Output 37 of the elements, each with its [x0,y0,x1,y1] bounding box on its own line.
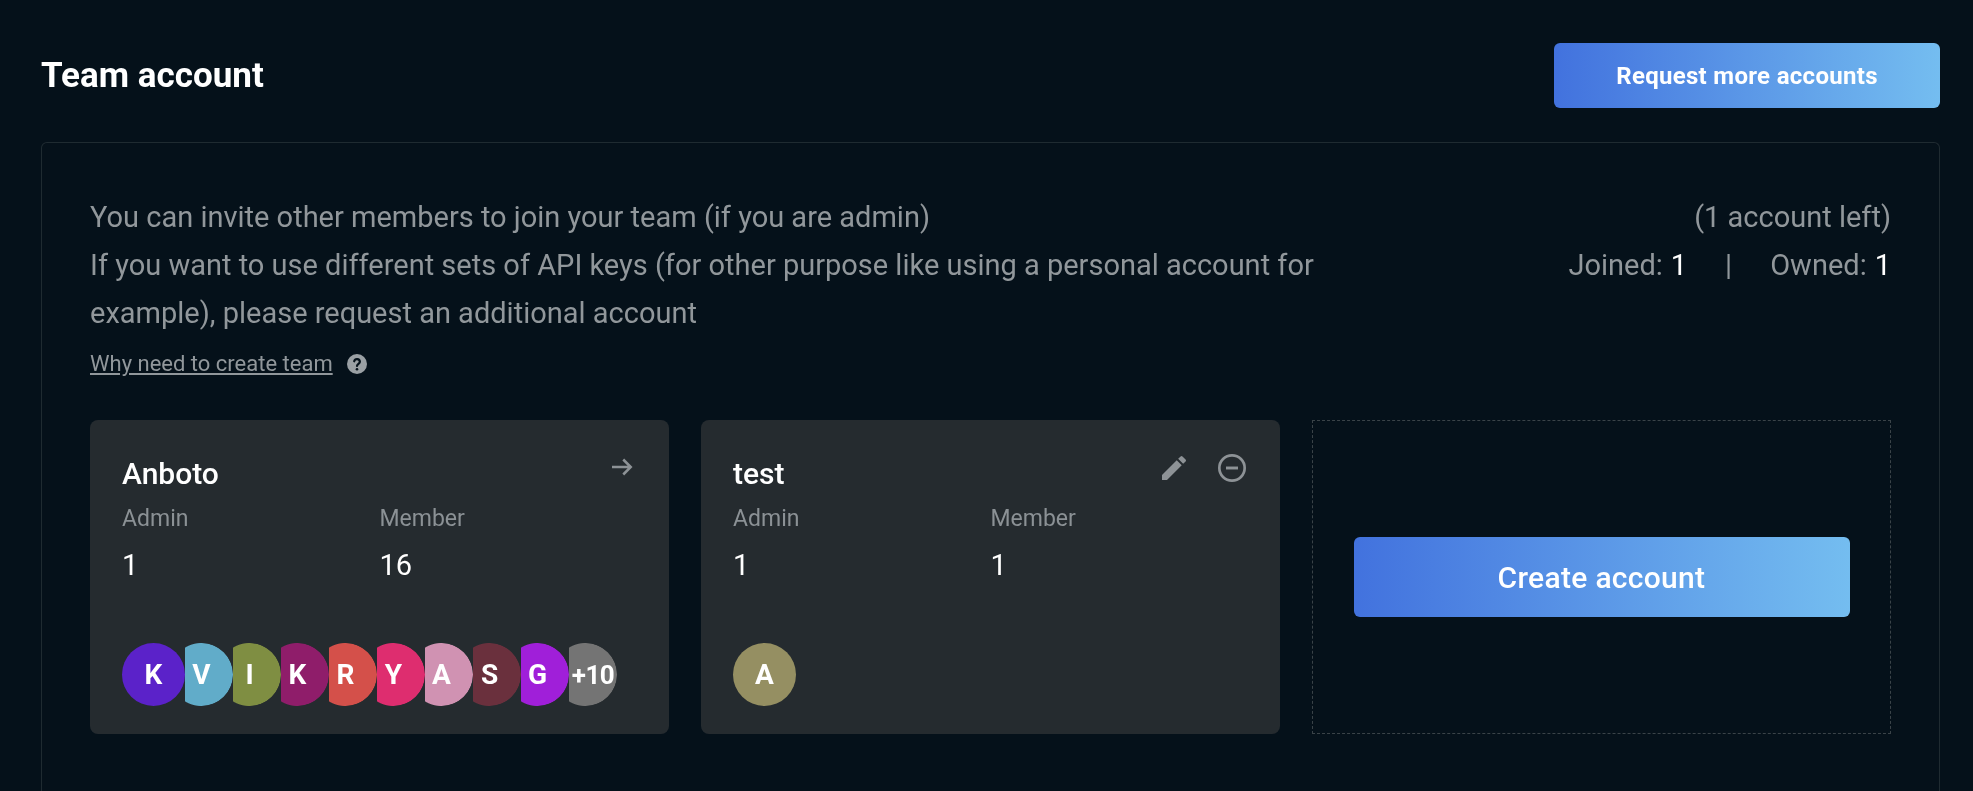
member-avatar[interactable]: S [473,643,521,706]
team-card[interactable]: Anboto Admin Member 1 16 K V I K R Y A S G +10 [90,420,669,734]
stat-value: 1 [1874,247,1891,284]
team-name: test [733,456,785,491]
admin-label: Admin [122,505,190,532]
stat-label: Owned: [1770,247,1867,284]
member-avatar[interactable]: Y [377,643,425,706]
member-count: 16 [379,548,414,582]
remove-icon[interactable] [1216,452,1248,484]
admin-count: 1 [122,548,140,582]
more-members-badge[interactable]: +10 [569,643,617,706]
member-label: Member [379,505,466,532]
team-card[interactable]: test Admin Member 1 1 A [701,420,1280,734]
member-count: 1 [990,548,1008,582]
accounts-left-text: (1 account left) [1694,199,1891,236]
member-avatar[interactable]: K [122,643,185,706]
description-text: You can invite other members to join your team (if you are admin) [90,199,931,236]
team-name: Anboto [122,456,219,491]
description-text: If you want to use different sets of API keys (for other purpose like using a personal account for example), please request an additional account [90,247,1315,332]
member-avatar[interactable]: V [185,643,233,706]
admin-label: Admin [733,505,801,532]
help-link[interactable]: Why need to create team [90,351,333,376]
separator: | [1725,247,1733,284]
help-icon[interactable] [344,351,369,376]
create-account-button[interactable]: Create account [1353,537,1850,617]
member-avatar[interactable]: K [281,643,329,706]
stat-value: 1 [1670,247,1688,284]
member-avatar[interactable]: I [233,643,281,706]
member-avatar[interactable]: G [521,643,569,706]
page-title: Team account [41,55,264,96]
member-avatar[interactable]: R [329,643,377,706]
request-accounts-button[interactable]: Request more accounts [1554,43,1940,108]
member-avatar[interactable]: A [733,643,796,706]
member-label: Member [990,505,1077,532]
admin-count: 1 [733,548,751,582]
stat-label: Joined: [1568,247,1663,284]
member-avatar[interactable]: A [425,643,473,706]
